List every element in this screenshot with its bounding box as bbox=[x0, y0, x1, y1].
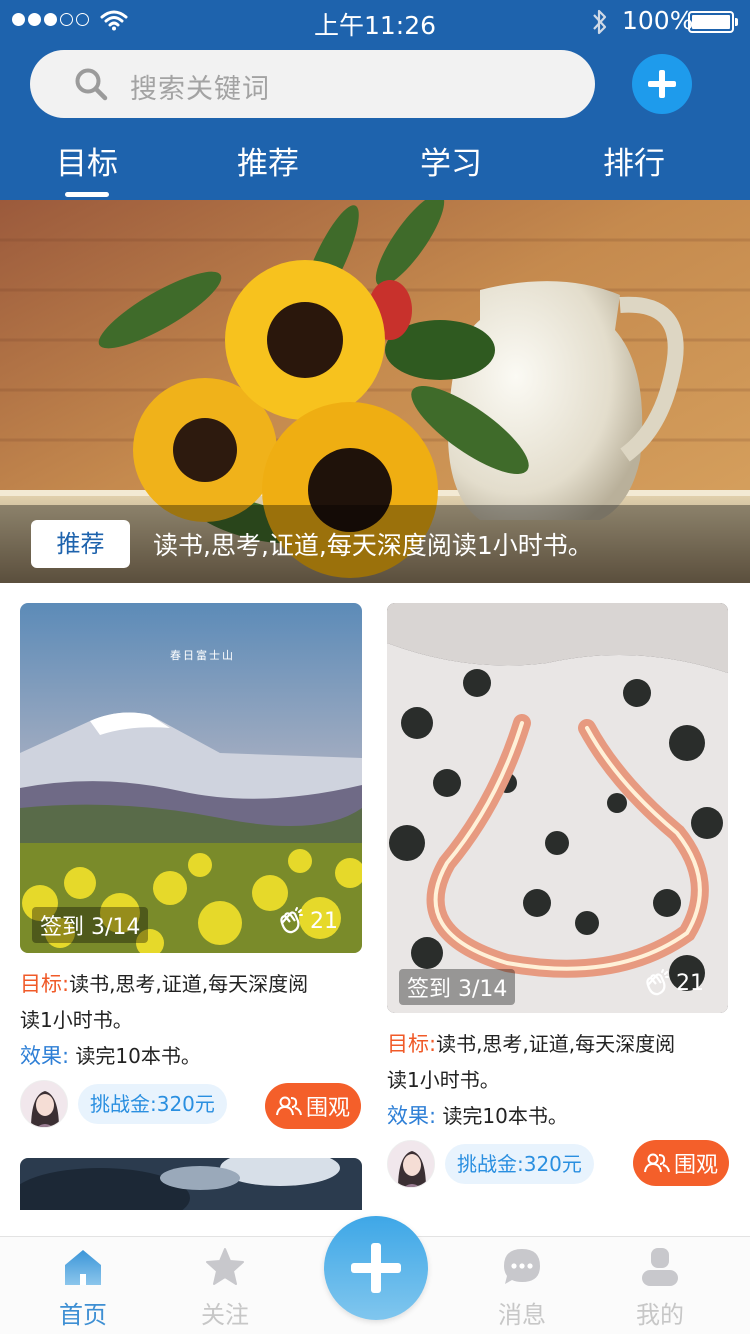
effect-text: 读完10本书。 bbox=[75, 1044, 201, 1068]
people-icon bbox=[275, 1096, 302, 1116]
watch-label: 围观 bbox=[305, 1096, 350, 1121]
tab-study[interactable]: 学习 bbox=[381, 138, 521, 183]
search-placeholder: 搜索关键词 bbox=[130, 74, 270, 105]
tabbar-label: 我的 bbox=[636, 1301, 684, 1329]
goal-text-line1: 读书,思考,证道,每天深度阅 bbox=[436, 1032, 676, 1056]
user-icon bbox=[642, 1248, 678, 1286]
goal-label: 目标: bbox=[20, 972, 70, 996]
status-bar: 上午11:26 100% bbox=[0, 0, 750, 44]
card-photo[interactable]: 签到 3/14 21 bbox=[387, 603, 728, 1013]
clap-icon bbox=[646, 969, 669, 996]
battery-icon bbox=[688, 11, 738, 33]
bluetooth-icon bbox=[593, 9, 607, 35]
card-footer: 挑战金:320元 bbox=[387, 1140, 594, 1188]
search-icon bbox=[75, 68, 108, 101]
watch-button[interactable]: 围观 bbox=[265, 1083, 361, 1129]
storm-photo bbox=[20, 1158, 362, 1210]
avatar[interactable] bbox=[387, 1140, 435, 1188]
tab-goal[interactable]: 目标 bbox=[17, 138, 157, 197]
center-add-button[interactable] bbox=[324, 1216, 428, 1320]
snow-road-photo bbox=[387, 603, 728, 1013]
stake-amount: 挑战金:320元 bbox=[78, 1084, 227, 1124]
header: 上午11:26 100% 搜索关键词 目标 推荐 学习 排行 bbox=[0, 0, 750, 200]
goal-label: 目标: bbox=[387, 1032, 437, 1056]
clap-icon bbox=[280, 907, 303, 934]
card-footer: 挑战金:320元 bbox=[20, 1080, 227, 1128]
search-input[interactable]: 搜索关键词 bbox=[30, 50, 595, 118]
stake-amount: 挑战金:320元 bbox=[445, 1144, 594, 1184]
effect-text: 读完10本书。 bbox=[442, 1104, 568, 1128]
banner-tag: 推荐 bbox=[31, 520, 130, 568]
goal-text-line1: 读书,思考,证道,每天深度阅 bbox=[69, 972, 309, 996]
checkin-count: 签到 3/14 bbox=[399, 969, 516, 1005]
tabbar-label: 关注 bbox=[201, 1301, 249, 1329]
card-goal: 目标:读书,思考,证道,每天深度阅 读1小时书。 效果: 读完10本书。 bbox=[20, 966, 308, 1074]
tabbar-label: 首页 bbox=[59, 1301, 107, 1329]
star-icon bbox=[206, 1248, 244, 1285]
likes-count: 21 bbox=[310, 908, 338, 934]
people-icon bbox=[643, 1153, 670, 1173]
likes[interactable]: 21 bbox=[276, 907, 338, 935]
tab-ranking[interactable]: 排行 bbox=[564, 138, 704, 183]
card-photo[interactable]: 春日富士山 签到 3/14 21 bbox=[20, 603, 362, 953]
effect-label: 效果: bbox=[20, 1044, 70, 1068]
photo-caption: 春日富士山 bbox=[170, 649, 235, 662]
tabbar-label: 消息 bbox=[498, 1301, 546, 1329]
watch-label: 围观 bbox=[673, 1153, 718, 1178]
goal-text-line2: 读1小时书。 bbox=[20, 1008, 133, 1032]
battery-percent: 100% bbox=[622, 6, 694, 35]
likes-count: 21 bbox=[676, 970, 704, 996]
likes[interactable]: 21 bbox=[642, 969, 704, 997]
checkin-count: 签到 3/14 bbox=[32, 907, 149, 943]
add-button[interactable] bbox=[632, 54, 692, 114]
top-tabs: 目标 推荐 学习 排行 bbox=[0, 138, 750, 198]
watch-button[interactable]: 围观 bbox=[633, 1140, 729, 1186]
tab-recommend[interactable]: 推荐 bbox=[198, 138, 338, 183]
avatar-image bbox=[388, 1141, 434, 1187]
message-icon bbox=[504, 1249, 540, 1284]
card-goal: 目标:读书,思考,证道,每天深度阅 读1小时书。 效果: 读完10本书。 bbox=[387, 1026, 675, 1134]
home-icon bbox=[65, 1250, 101, 1285]
effect-label: 效果: bbox=[387, 1104, 437, 1128]
goal-text-line2: 读1小时书。 bbox=[387, 1068, 500, 1092]
card-photo-next[interactable] bbox=[20, 1158, 362, 1210]
banner-caption: 读书,思考,证道,每天深度阅读1小时书。 bbox=[153, 531, 593, 560]
avatar[interactable] bbox=[20, 1080, 68, 1128]
avatar-image bbox=[21, 1081, 67, 1127]
